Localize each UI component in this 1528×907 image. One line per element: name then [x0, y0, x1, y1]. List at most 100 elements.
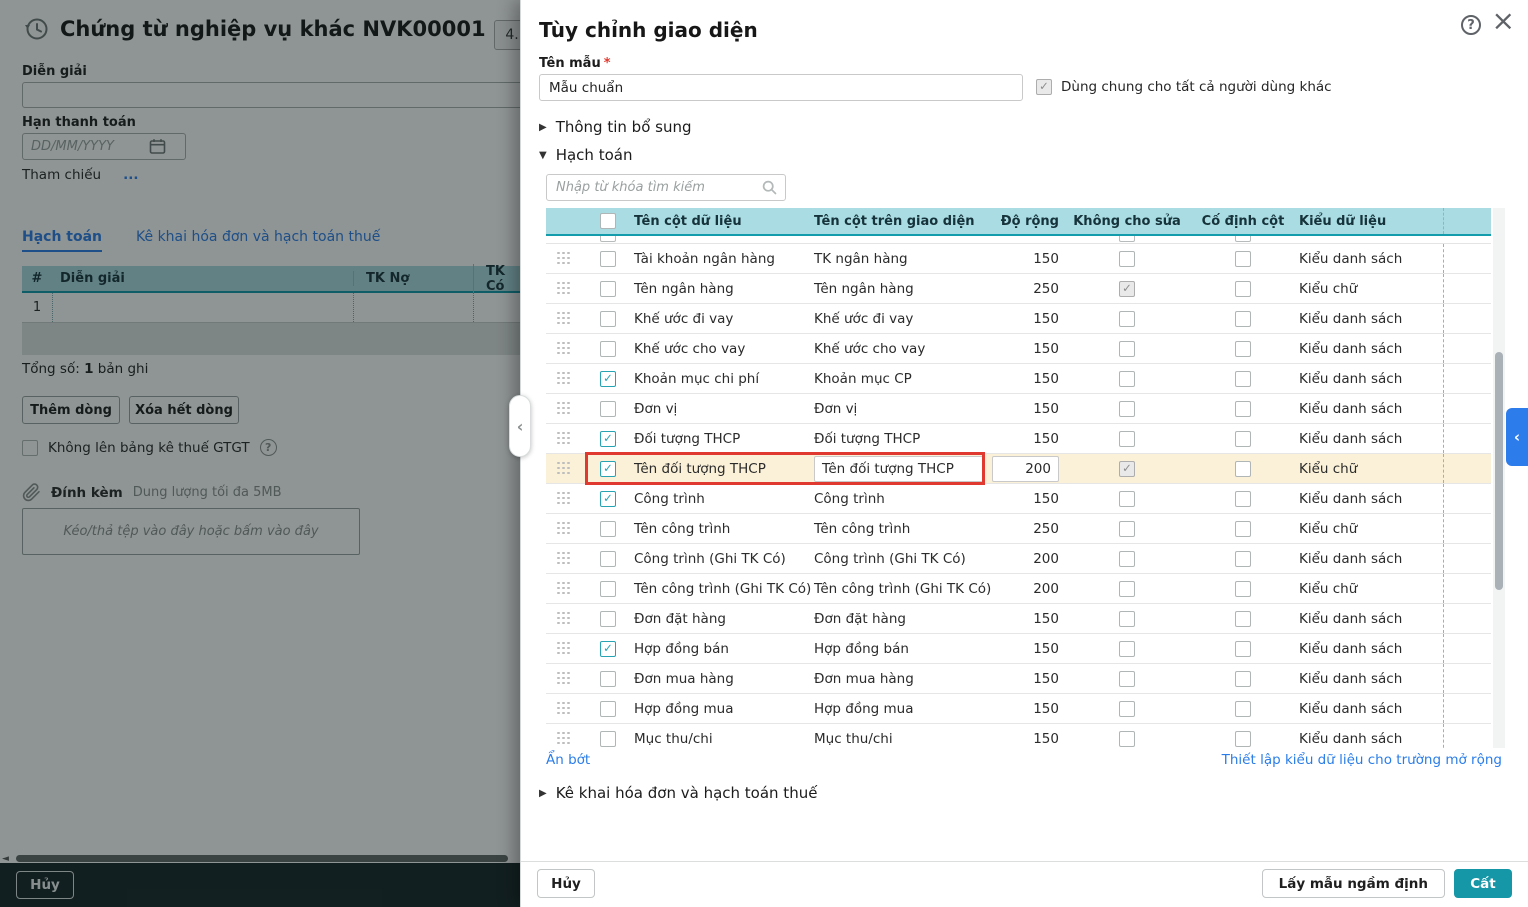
section-additional-info[interactable]: ▶ Thông tin bổ sung	[539, 118, 692, 136]
drag-handle-icon[interactable]	[557, 611, 571, 626]
fixed-column-checkbox[interactable]	[1235, 640, 1251, 657]
column-config-row[interactable]: ✓ Khoản mục chi phí Khoản mục CP 150 Kiể…	[546, 364, 1491, 394]
column-visible-checkbox[interactable]	[600, 610, 616, 627]
column-config-row[interactable]: Đơn đặt hàng Đơn đặt hàng 150 Kiểu danh …	[546, 604, 1491, 634]
column-config-row[interactable]: Tên công trình Tên công trình 250 Kiểu c…	[546, 514, 1491, 544]
no-edit-checkbox[interactable]: ✓	[1119, 460, 1135, 477]
column-visible-checkbox[interactable]	[600, 400, 616, 417]
drag-handle-icon[interactable]	[557, 491, 571, 506]
column-display-name[interactable]: Hợp đồng bán	[814, 634, 992, 663]
no-edit-checkbox[interactable]	[1119, 490, 1135, 507]
column-config-row[interactable]: Công trình (Ghi TK Có) Công trình (Ghi T…	[546, 544, 1491, 574]
no-edit-checkbox[interactable]	[1119, 430, 1135, 447]
no-edit-checkbox[interactable]	[1119, 520, 1135, 537]
fixed-column-checkbox[interactable]	[1235, 370, 1251, 387]
drag-handle-icon[interactable]	[557, 371, 571, 386]
column-config-row[interactable]: Mục thu/chi Mục thu/chi 150 Kiểu danh sá…	[546, 724, 1491, 748]
no-edit-checkbox[interactable]	[1119, 640, 1135, 657]
fixed-column-checkbox[interactable]	[1235, 610, 1251, 627]
column-display-name[interactable]: Hợp đồng mua	[814, 694, 992, 723]
column-display-name[interactable]: Công trình (Ghi TK Có)	[814, 544, 992, 573]
drag-handle-icon[interactable]	[557, 581, 571, 596]
column-display-name[interactable]: Tên công trình	[814, 514, 992, 543]
fixed-column-checkbox[interactable]	[1235, 310, 1251, 327]
default-template-button[interactable]: Lấy mẫu ngầm định	[1261, 869, 1445, 898]
column-visible-checkbox[interactable]	[600, 580, 616, 597]
column-config-row[interactable]: Khế ước cho vay Khế ước cho vay 150 Kiểu…	[546, 334, 1491, 364]
drag-handle-icon[interactable]	[557, 311, 571, 326]
drag-handle-icon[interactable]	[557, 431, 571, 446]
help-icon[interactable]: ?	[1461, 15, 1481, 35]
column-display-name[interactable]: Đối tượng THCP	[814, 424, 992, 453]
column-display-name[interactable]: Đơn vị	[814, 394, 992, 423]
column-width-value[interactable]: 150	[992, 304, 1067, 333]
column-display-name[interactable]: Tên đối tượng THCP	[814, 454, 992, 483]
column-config-row[interactable]: ✓ Tên đối tượng THCP Tên đối tượng THCP …	[546, 452, 1491, 485]
column-visible-checkbox[interactable]: ✓	[600, 640, 616, 657]
drag-handle-icon[interactable]	[557, 341, 571, 356]
column-visible-checkbox[interactable]: ✓	[600, 490, 616, 507]
fixed-column-checkbox[interactable]	[1235, 730, 1251, 747]
column-width-value[interactable]: 150	[992, 604, 1067, 633]
column-width-value[interactable]: 150	[992, 484, 1067, 513]
column-width-value[interactable]: 150	[992, 694, 1067, 723]
column-config-row[interactable]: Hợp đồng mua Hợp đồng mua 150 Kiểu danh …	[546, 694, 1491, 724]
hide-link[interactable]: Ẩn bớt	[546, 752, 590, 768]
column-display-name[interactable]: Khế ước đi vay	[814, 304, 992, 333]
column-search-input[interactable]	[547, 180, 762, 195]
fixed-column-checkbox[interactable]	[1235, 400, 1251, 417]
fixed-column-checkbox[interactable]	[1235, 430, 1251, 447]
no-edit-checkbox[interactable]	[1119, 370, 1135, 387]
fixed-column-checkbox[interactable]	[1235, 250, 1251, 267]
column-config-row[interactable]: Đơn mua hàng Đơn mua hàng 150 Kiểu danh …	[546, 664, 1491, 694]
template-name-input[interactable]	[539, 74, 1023, 101]
drag-handle-icon[interactable]	[557, 521, 571, 536]
no-edit-checkbox[interactable]: ✓	[1119, 280, 1135, 297]
column-display-name[interactable]: Tên công trình (Ghi TK Có)	[814, 574, 992, 603]
drag-handle-icon[interactable]	[557, 641, 571, 656]
column-display-name[interactable]: TK ngân hàng	[814, 244, 992, 273]
column-visible-checkbox[interactable]	[600, 280, 616, 297]
column-config-row[interactable]: Tài khoản ngân hàng TK ngân hàng 150 Kiể…	[546, 244, 1491, 274]
column-config-row[interactable]: Tên ngân hàng Tên ngân hàng 250 ✓ Kiểu c…	[546, 274, 1491, 304]
column-visible-checkbox[interactable]	[600, 520, 616, 537]
drag-handle-icon[interactable]	[557, 281, 571, 296]
drag-handle-icon[interactable]	[557, 671, 571, 686]
collapse-panel-handle[interactable]: ‹	[509, 395, 531, 457]
column-config-row[interactable]: ✓ Công trình Công trình 150 Kiểu danh sá…	[546, 484, 1491, 514]
column-width-value[interactable]: 150	[992, 334, 1067, 363]
no-edit-checkbox[interactable]	[1119, 730, 1135, 747]
column-width-value[interactable]: 150	[992, 244, 1067, 273]
share-checkbox[interactable]: ✓	[1036, 79, 1052, 95]
column-display-name[interactable]: Khoản mục CP	[814, 364, 992, 393]
width-input[interactable]: 200	[992, 455, 1059, 482]
drag-handle-icon[interactable]	[557, 461, 571, 476]
drag-handle-icon[interactable]	[557, 701, 571, 716]
column-visible-checkbox[interactable]	[600, 550, 616, 567]
drag-handle-icon[interactable]	[557, 551, 571, 566]
column-config-row[interactable]: Đơn vị Đơn vị 150 Kiểu danh sách	[546, 394, 1491, 424]
column-search-field[interactable]	[546, 174, 786, 201]
column-config-row[interactable]: Khế ước đi vay Khế ước đi vay 150 Kiểu d…	[546, 304, 1491, 334]
fixed-column-checkbox[interactable]	[1235, 700, 1251, 717]
drag-handle-icon[interactable]	[557, 251, 571, 266]
column-display-name[interactable]: Tên ngân hàng	[814, 274, 992, 303]
no-edit-checkbox[interactable]	[1119, 340, 1135, 357]
column-display-name[interactable]: Đơn đặt hàng	[814, 604, 992, 633]
save-button[interactable]: Cất	[1454, 869, 1512, 898]
column-visible-checkbox[interactable]	[600, 730, 616, 747]
fixed-column-checkbox[interactable]	[1235, 490, 1251, 507]
close-icon[interactable]: ×	[1492, 5, 1515, 37]
column-display-name[interactable]: Đơn mua hàng	[814, 664, 992, 693]
column-width-value[interactable]: 150	[992, 724, 1067, 748]
column-visible-checkbox[interactable]	[600, 340, 616, 357]
select-all-checkbox[interactable]	[600, 213, 616, 229]
no-edit-checkbox[interactable]	[1119, 310, 1135, 327]
column-display-name[interactable]: Công trình	[814, 484, 992, 513]
section-tax-declaration[interactable]: ▶ Kê khai hóa đơn và hạch toán thuế	[539, 784, 817, 802]
no-edit-checkbox[interactable]	[1119, 610, 1135, 627]
expand-panel-handle[interactable]: ‹	[1506, 408, 1528, 466]
table-scrollbar[interactable]	[1493, 208, 1505, 748]
no-edit-checkbox[interactable]	[1119, 700, 1135, 717]
fixed-column-checkbox[interactable]	[1235, 580, 1251, 597]
